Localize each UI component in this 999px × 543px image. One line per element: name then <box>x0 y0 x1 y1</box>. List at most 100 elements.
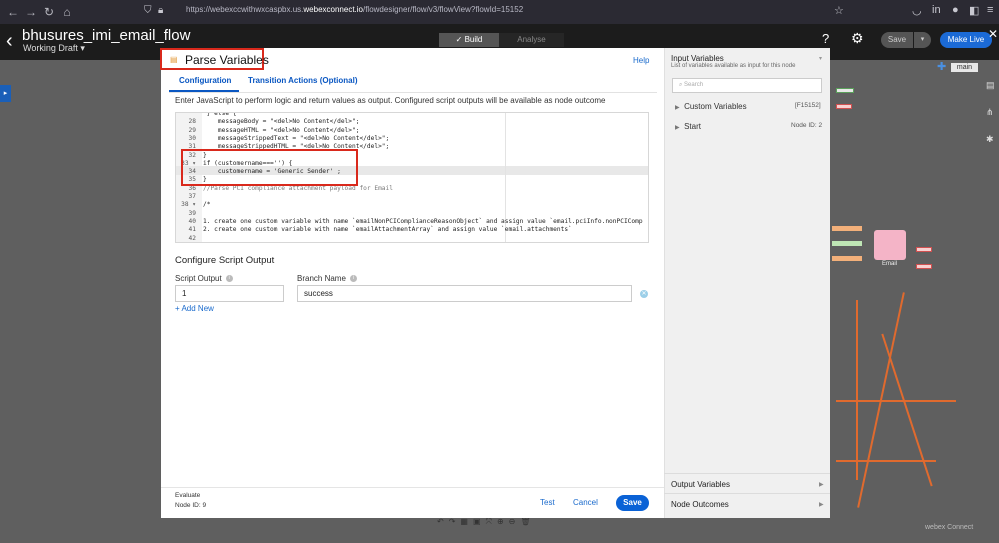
grid-icon[interactable]: ▦ <box>460 517 468 528</box>
zoom-out-icon[interactable]: ⊖ <box>509 517 516 528</box>
tab-build-label: Build <box>464 35 483 44</box>
line-number: 41 <box>188 226 196 234</box>
add-tab-icon[interactable]: ✚ <box>937 60 946 73</box>
bookmark-star-icon[interactable]: ☆ <box>834 4 844 17</box>
url-prefix: https://webexccwithwxcaspbx.us. <box>186 5 304 14</box>
info-icon[interactable]: i <box>225 275 233 283</box>
forward-arrow-icon[interactable]: → <box>22 5 40 19</box>
code-highlight-box <box>181 149 358 186</box>
line-number: 28 <box>188 118 196 126</box>
redo-icon[interactable]: ↷ <box>449 517 456 528</box>
back-chevron-icon[interactable]: ‹ <box>6 30 13 53</box>
add-new-link[interactable]: + Add New <box>175 304 214 313</box>
left-panel-toggle-icon[interactable]: ▸ <box>0 85 11 102</box>
undo-icon[interactable]: ↶ <box>437 517 444 528</box>
code-line[interactable]: 38 ▾ /* <box>176 201 648 209</box>
remove-output-icon[interactable]: ✕ <box>640 290 648 298</box>
tab-build[interactable]: ✓ Build <box>439 33 499 47</box>
main-flow-tab[interactable]: main <box>951 63 978 72</box>
zoom-in-icon[interactable]: ⊕ <box>497 517 504 528</box>
expand-arrow-icon[interactable]: ▶ <box>819 501 824 508</box>
collapse-icon[interactable]: ▾ <box>819 55 822 62</box>
extensions-icon[interactable]: ◧ <box>969 4 979 17</box>
code-line[interactable]: 39 <box>176 210 648 218</box>
code-line[interactable]: 37 <box>176 193 648 201</box>
input-variables-subtitle: List of variables available as input for… <box>671 63 796 69</box>
bug-icon[interactable]: ✱ <box>986 134 999 145</box>
home-icon[interactable]: ⌂ <box>58 5 76 19</box>
output-variables-row[interactable]: Output Variables <box>671 480 730 489</box>
code-line[interactable]: 29 messageHTML = "<del>No Content</del>"… <box>176 127 648 135</box>
tab-divider <box>169 92 657 93</box>
canvas-node[interactable] <box>832 256 862 261</box>
canvas-node[interactable] <box>832 241 862 246</box>
url-suffix: /flowdesigner/flow/v3/flowView?flowId=15… <box>362 5 524 14</box>
address-bar[interactable]: https://webexccwithwxcaspbx.us.webexconn… <box>186 5 523 14</box>
save-button[interactable]: Save <box>616 495 649 511</box>
start-label: Start <box>684 122 701 131</box>
code-line[interactable]: 28 messageBody = "<del>No Content</del>"… <box>176 118 648 126</box>
search-placeholder: Search <box>684 82 704 88</box>
code-text: messageStrippedText = "<del>No Content</… <box>203 134 390 142</box>
email-node-icon[interactable] <box>874 230 906 260</box>
script-output-input[interactable]: 1 <box>175 285 284 302</box>
menu-icon[interactable]: ≡ <box>987 4 993 16</box>
make-live-button[interactable]: Make Live <box>940 32 992 48</box>
connector-line <box>836 400 956 402</box>
code-line[interactable]: 41 2. create one custom variable with nam… <box>176 226 648 234</box>
reload-icon[interactable]: ↻ <box>40 5 58 19</box>
close-icon[interactable]: ✕ <box>988 27 998 41</box>
fit-icon[interactable]: ⤧ <box>486 517 492 528</box>
trash-icon[interactable]: 🗑︎ <box>520 517 530 528</box>
share-icon[interactable]: ⋔ <box>986 107 999 118</box>
canvas-node[interactable] <box>832 226 862 231</box>
draft-status[interactable]: Working Draft ▾ <box>23 43 85 54</box>
draft-status-label: Working Draft <box>23 43 78 53</box>
check-icon: ✓ <box>455 35 463 44</box>
start-node-id: Node ID: 2 <box>791 122 823 129</box>
tab-transition-actions[interactable]: Transition Actions (Optional) <box>248 76 357 85</box>
info-icon[interactable]: i <box>349 275 357 283</box>
test-button[interactable]: Test <box>540 498 555 507</box>
canvas-node[interactable] <box>836 104 852 109</box>
script-description: Enter JavaScript to perform logic and re… <box>175 96 606 105</box>
line-number: 38 ▾ <box>181 201 196 209</box>
cancel-button[interactable]: Cancel <box>573 498 598 507</box>
back-arrow-icon[interactable]: ← <box>4 5 22 19</box>
mode-tabs: ✓ Build Analyse <box>439 33 564 47</box>
code-line[interactable]: 40 1. create one custom variable with nam… <box>176 218 648 226</box>
tab-analyse[interactable]: Analyse <box>499 33 564 47</box>
canvas-node[interactable] <box>916 264 932 269</box>
expand-arrow-icon[interactable]: ▶ <box>819 481 824 488</box>
panel-icon[interactable]: ▤ <box>986 80 999 91</box>
branch-name-label: Branch Name <box>297 274 346 283</box>
custom-variables-row[interactable]: ▶ Custom Variables <box>675 102 747 111</box>
flow-save-button[interactable]: Save <box>881 32 913 48</box>
linkedin-icon[interactable]: in <box>932 4 941 16</box>
connector-line <box>856 300 858 480</box>
help-link[interactable]: Help <box>633 56 649 65</box>
gear-icon[interactable]: ⚙ <box>851 30 864 47</box>
help-icon[interactable]: ? <box>822 31 829 46</box>
code-text: messageBody = "<del>No Content</del>"; <box>203 118 360 126</box>
code-line[interactable]: 42 <box>176 235 648 243</box>
code-line[interactable]: } else { <box>176 113 648 118</box>
script-output-label: Script Output <box>175 274 222 283</box>
configure-output-heading: Configure Script Output <box>175 255 275 266</box>
node-outcomes-row[interactable]: Node Outcomes <box>671 500 729 509</box>
save-dropdown-icon[interactable]: ▾ <box>914 32 931 48</box>
pocket-icon[interactable]: ◡ <box>912 4 922 17</box>
canvas-node[interactable] <box>836 88 854 93</box>
profile-icon[interactable]: ● <box>952 4 959 16</box>
variable-search-input[interactable]: ⌕ Search <box>672 78 822 93</box>
branch-name-input[interactable]: success <box>297 285 632 302</box>
tab-configuration[interactable]: Configuration <box>179 76 231 85</box>
canvas-node[interactable] <box>916 247 932 252</box>
email-node-label: Email <box>882 261 898 267</box>
code-line[interactable]: 30 messageStrippedText = "<del>No Conten… <box>176 135 648 143</box>
layout-icon[interactable]: ▣ <box>473 517 481 528</box>
script-output-label-row: Script Output i <box>175 274 233 283</box>
start-row[interactable]: ▶ Start <box>675 122 701 131</box>
branch-name-label-row: Branch Name i <box>297 274 357 283</box>
custom-variables-label: Custom Variables <box>684 102 747 111</box>
